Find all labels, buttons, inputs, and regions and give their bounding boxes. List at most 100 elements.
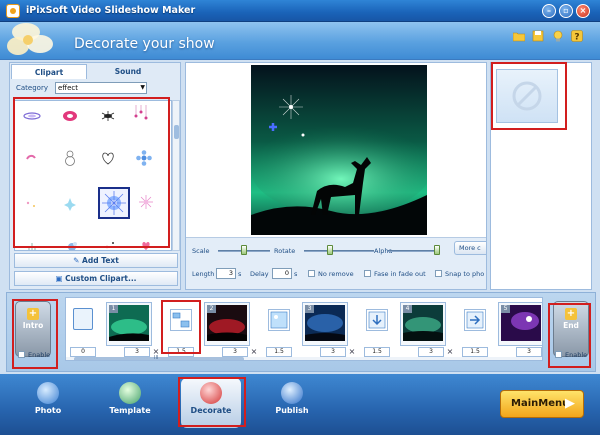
no-remove-checkbox[interactable] (308, 270, 315, 277)
clipart-item[interactable] (61, 195, 79, 213)
fade-checkbox[interactable] (364, 270, 371, 277)
end-label: End (563, 321, 579, 330)
alpha-slider[interactable] (388, 250, 440, 252)
slide-1-duration[interactable]: 3 (124, 347, 150, 357)
template-icon (119, 382, 141, 404)
slide-5-duration[interactable]: 3 (516, 347, 542, 357)
bulb-icon[interactable] (552, 30, 564, 42)
category-select[interactable]: effect ▼ (55, 82, 147, 94)
nav-photo[interactable]: Photo (18, 378, 78, 428)
clipart-item[interactable] (61, 149, 79, 167)
intro-enable-label: Enable (28, 351, 51, 359)
rotate-slider-handle[interactable] (327, 245, 333, 255)
clipart-item[interactable] (23, 149, 41, 167)
fade-label: Fase in fade out (374, 270, 426, 278)
folder-icon[interactable] (513, 30, 525, 42)
transition-1[interactable] (170, 309, 192, 331)
slide-4-remove-icon[interactable]: × (446, 347, 454, 357)
scale-label: Scale (192, 247, 210, 255)
photo-icon (37, 382, 59, 404)
help-icon[interactable]: ? (571, 30, 583, 42)
minimize-button[interactable]: – (542, 4, 556, 18)
end-button[interactable]: + End (553, 301, 589, 357)
clipart-grid (14, 100, 172, 251)
length-unit: s (238, 270, 242, 278)
slide-2-duration[interactable]: 3 (222, 347, 248, 357)
transition-4-duration[interactable]: 1.5 (462, 347, 488, 357)
clipart-item[interactable] (133, 105, 151, 123)
slide-3-remove-icon[interactable]: × (348, 347, 356, 357)
chevron-down-icon: ▼ (140, 84, 145, 91)
clipart-item[interactable] (23, 107, 41, 125)
custom-clipart-button[interactable]: ▣ Custom Clipart... (14, 271, 178, 286)
end-enable-label: Enable (565, 351, 588, 359)
save-icon[interactable] (532, 30, 544, 42)
slide-2[interactable]: 2 (204, 302, 250, 346)
more-button[interactable]: More c (454, 241, 486, 255)
transition-4[interactable] (464, 309, 486, 331)
page-title: Decorate your show (74, 36, 215, 52)
start-slot[interactable] (70, 302, 96, 346)
clipart-item[interactable] (23, 235, 41, 251)
preview-image[interactable] (251, 65, 427, 235)
slide-3[interactable]: 3 (302, 302, 348, 346)
category-label: Category (16, 84, 48, 92)
main-menu-button[interactable]: MainMenu ▶ (500, 390, 584, 418)
intro-button[interactable]: + Intro (15, 301, 51, 357)
title-bar: iPixSoft Video Slideshow Maker – ▫ × (0, 0, 600, 22)
nav-template[interactable]: Template (100, 378, 160, 428)
start-duration[interactable]: 0 (70, 347, 96, 357)
clipart-item[interactable] (61, 107, 79, 125)
slide-3-duration[interactable]: 3 (320, 347, 346, 357)
transition-1-duration[interactable]: 1.5 (168, 347, 194, 357)
slide-1[interactable]: 1 (106, 302, 152, 346)
selected-clipart-item[interactable] (98, 187, 130, 219)
preview-panel: Scale Rotate Alpha More c Length 3 s Del… (185, 62, 487, 290)
clipart-item[interactable] (23, 195, 41, 213)
slide-5-remove-icon[interactable]: × (542, 347, 543, 357)
slide-number: 5 (501, 305, 510, 313)
slide-2-remove-icon[interactable]: × (250, 347, 258, 357)
clipart-item[interactable] (101, 237, 119, 251)
empty-thumbnail[interactable] (496, 69, 558, 123)
transition-3-duration[interactable]: 1.5 (364, 347, 390, 357)
maximize-button[interactable]: ▫ (559, 4, 573, 18)
nav-template-label: Template (109, 406, 151, 415)
nav-decorate[interactable]: Decorate (181, 378, 241, 428)
tab-sound[interactable]: Sound (90, 64, 166, 79)
length-input[interactable]: 3 (216, 268, 236, 279)
clipart-item[interactable] (137, 235, 155, 251)
alpha-slider-handle[interactable] (434, 245, 440, 255)
slide-4-duration[interactable]: 3 (418, 347, 444, 357)
slide-number: 1 (109, 305, 118, 313)
clipart-item[interactable] (137, 193, 155, 211)
app-logo-icon (6, 4, 20, 18)
nav-publish[interactable]: Publish (262, 378, 322, 428)
clipart-item[interactable] (135, 149, 153, 167)
tab-clipart[interactable]: Clipart (11, 64, 87, 79)
clipart-item[interactable] (63, 235, 81, 251)
main-menu-label: MainMenu (511, 398, 570, 409)
publish-icon (281, 382, 303, 404)
slide-5[interactable]: 5 (498, 302, 542, 346)
slide-4[interactable]: 4 (400, 302, 446, 346)
snap-checkbox[interactable] (435, 270, 442, 277)
plus-icon: + (27, 308, 39, 320)
end-enable-checkbox[interactable] (555, 351, 562, 358)
transition-2-duration[interactable]: 1.5 (266, 347, 292, 357)
add-text-label: Add Text (82, 256, 119, 265)
intro-enable-checkbox[interactable] (18, 351, 25, 358)
add-text-button[interactable]: ✎ Add Text (14, 253, 178, 268)
close-button[interactable]: × (576, 4, 590, 18)
clipart-item[interactable] (99, 149, 117, 167)
timeline-scrollbar[interactable]: III (66, 355, 542, 360)
delay-input[interactable]: 0 (272, 268, 292, 279)
arrow-down-icon (368, 311, 386, 329)
slide-number: 3 (305, 305, 314, 313)
transition-3[interactable] (366, 309, 388, 331)
clipart-item[interactable] (99, 107, 117, 125)
scale-slider-handle[interactable] (241, 245, 247, 255)
rotate-slider[interactable] (304, 250, 374, 252)
transition-2[interactable] (268, 309, 290, 331)
clipart-scrollbar[interactable] (172, 100, 180, 251)
